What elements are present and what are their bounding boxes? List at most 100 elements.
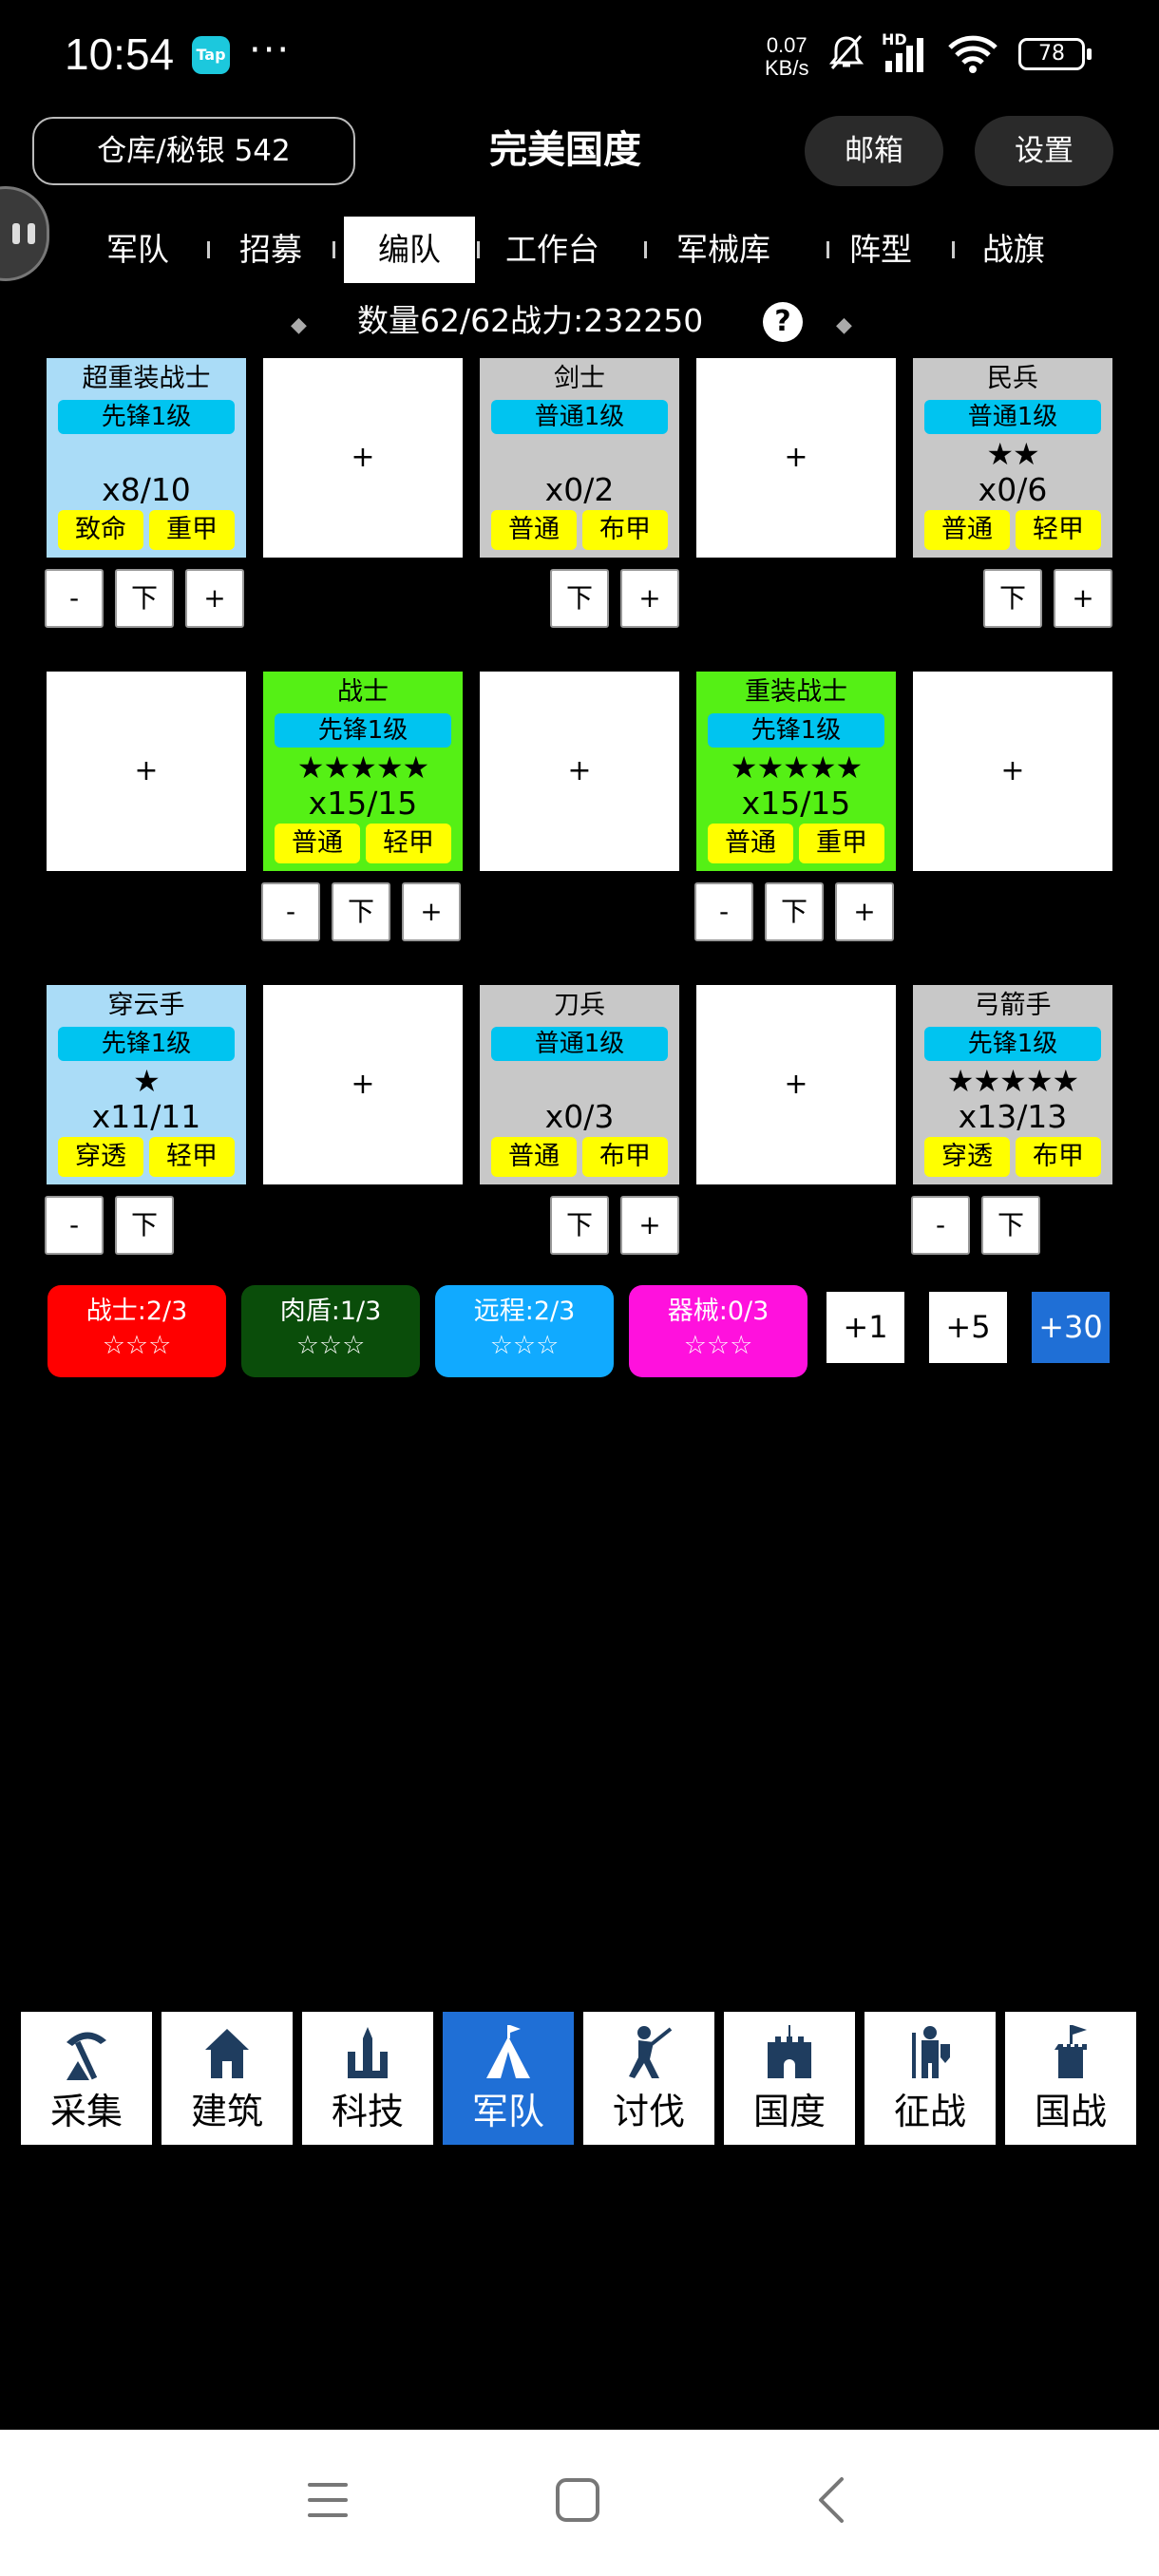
nav-tech[interactable]: 科技	[302, 2012, 433, 2145]
tab-formation[interactable]: 编队	[344, 217, 475, 283]
lower-button[interactable]: 下	[981, 1196, 1040, 1255]
lower-button[interactable]: 下	[765, 882, 824, 941]
unit-quantity: x0/3	[544, 1098, 615, 1135]
tab-workbench[interactable]: 工作台	[505, 217, 599, 283]
empty-slot[interactable]: +	[696, 985, 896, 1184]
tent-icon	[486, 2025, 530, 2078]
decrease-button[interactable]: -	[694, 882, 753, 941]
unit-tag: 轻甲	[149, 1137, 235, 1177]
increase-button[interactable]: +	[620, 1196, 679, 1255]
menu-icon[interactable]	[306, 2479, 350, 2521]
tab-divider	[952, 241, 955, 258]
increase-button[interactable]: +	[402, 882, 461, 941]
nav-national-war[interactable]: 国战	[1005, 2012, 1136, 2145]
lower-button[interactable]: 下	[115, 569, 174, 628]
tab-formation-type[interactable]: 阵型	[849, 217, 912, 283]
increase-button[interactable]: +	[185, 569, 244, 628]
diamond-icon: ◆	[836, 313, 852, 337]
empty-slot[interactable]: +	[913, 672, 1112, 871]
unit-card[interactable]: 剑士 普通1级 x0/2 普通 布甲	[480, 358, 679, 558]
home-icon[interactable]	[555, 2477, 600, 2523]
nav-gather[interactable]: 采集	[21, 2012, 152, 2145]
nav-realm[interactable]: 国度	[724, 2012, 855, 2145]
unit-quantity: x11/11	[91, 1098, 201, 1135]
page-title: 完美国度	[489, 128, 641, 172]
attack-icon	[629, 2026, 673, 2078]
nav-campaign[interactable]: 征战	[864, 2012, 996, 2145]
decrease-button[interactable]: -	[45, 569, 104, 628]
tab-recruit[interactable]: 招募	[239, 217, 302, 283]
nav-building[interactable]: 建筑	[162, 2012, 293, 2145]
unit-card[interactable]: 穿云手 先锋1级 ★ x11/11 穿透 轻甲	[47, 985, 246, 1184]
unit-quantity: x0/2	[544, 471, 615, 508]
unit-quantity: x13/13	[958, 1098, 1068, 1135]
class-badge-tank[interactable]: 肉盾:1/3 ☆☆☆	[241, 1285, 420, 1377]
empty-slot[interactable]: +	[696, 358, 896, 558]
mailbox-button[interactable]: 邮箱	[805, 116, 943, 186]
back-icon[interactable]	[813, 2475, 847, 2525]
warehouse-button[interactable]: 仓库/秘银 542	[32, 117, 355, 185]
network-speed-value: 0.07	[766, 33, 808, 57]
class-badge-siege[interactable]: 器械:0/3 ☆☆☆	[629, 1285, 808, 1377]
class-badge-warrior[interactable]: 战士:2/3 ☆☆☆	[48, 1285, 226, 1377]
increase-button[interactable]: +	[1054, 569, 1112, 628]
unit-stars: ★★	[986, 436, 1039, 472]
unit-card[interactable]: 刀兵 普通1级 x0/3 普通 布甲	[480, 985, 679, 1184]
nav-label: 国度	[752, 2091, 826, 2132]
empty-slot[interactable]: +	[47, 672, 246, 871]
decrease-button[interactable]: -	[911, 1196, 970, 1255]
unit-name: 重装战士	[745, 677, 847, 707]
unit-tag: 穿透	[58, 1137, 143, 1177]
unit-quantity: x15/15	[308, 785, 418, 822]
lower-button[interactable]: 下	[115, 1196, 174, 1255]
decrease-button[interactable]: -	[45, 1196, 104, 1255]
lower-button[interactable]: 下	[983, 569, 1042, 628]
mute-bell-icon	[828, 35, 864, 69]
unit-card[interactable]: 战士 先锋1级 ★★★★★ x15/15 普通 轻甲	[263, 672, 463, 871]
tab-army[interactable]: 军队	[106, 217, 169, 283]
tab-divider	[332, 241, 335, 258]
tab-war-flag[interactable]: 战旗	[982, 217, 1045, 283]
tab-armory[interactable]: 军械库	[676, 217, 770, 283]
unit-tag: 普通	[708, 824, 793, 863]
unit-tag: 普通	[924, 510, 1010, 550]
wifi-icon	[948, 35, 998, 73]
unit-rank: 普通1级	[491, 1027, 668, 1061]
empty-slot[interactable]: +	[480, 672, 679, 871]
increase-button[interactable]: +	[835, 882, 894, 941]
unit-card[interactable]: 民兵 普通1级 ★★ x0/6 普通 轻甲	[913, 358, 1112, 558]
more-notifications-icon: ···	[249, 28, 292, 72]
unit-stars: ★★★★★	[730, 749, 863, 786]
step-plus-5-button[interactable]: +5	[929, 1292, 1007, 1363]
step-plus-30-button[interactable]: +30	[1032, 1292, 1110, 1363]
unit-tag: 布甲	[582, 1137, 668, 1177]
unit-rank: 先锋1级	[58, 1027, 235, 1061]
unit-card[interactable]: 重装战士 先锋1级 ★★★★★ x15/15 普通 重甲	[696, 672, 896, 871]
nav-army[interactable]: 军队	[443, 2012, 574, 2145]
unit-name: 弓箭手	[974, 991, 1052, 1020]
nav-crusade[interactable]: 讨伐	[583, 2012, 714, 2145]
lower-button[interactable]: 下	[550, 569, 609, 628]
house-icon	[205, 2029, 249, 2078]
unit-card[interactable]: 弓箭手 先锋1级 ★★★★★ x13/13 穿透 布甲	[913, 985, 1112, 1184]
class-badge-ranged[interactable]: 远程:2/3 ☆☆☆	[435, 1285, 614, 1377]
step-plus-1-button[interactable]: +1	[826, 1292, 904, 1363]
lower-button[interactable]: 下	[332, 882, 390, 941]
army-summary: 数量62/62战力:232250	[357, 302, 704, 339]
nav-label: 军队	[471, 2091, 544, 2132]
empty-slot[interactable]: +	[263, 985, 463, 1184]
empty-slot[interactable]: +	[263, 358, 463, 558]
increase-button[interactable]: +	[620, 569, 679, 628]
floating-assistant-icon[interactable]	[0, 186, 49, 281]
cellular-signal-icon	[885, 38, 923, 72]
unit-rank: 先锋1级	[58, 400, 235, 434]
class-badge-stars: ☆☆☆	[683, 1331, 753, 1360]
decrease-button[interactable]: -	[261, 882, 320, 941]
unit-name: 刀兵	[554, 991, 605, 1020]
tab-divider	[207, 241, 210, 258]
unit-name: 穿云手	[107, 991, 185, 1020]
unit-card[interactable]: 超重装战士 先锋1级 x8/10 致命 重甲	[47, 358, 246, 558]
lower-button[interactable]: 下	[550, 1196, 609, 1255]
settings-button[interactable]: 设置	[975, 116, 1113, 186]
help-icon[interactable]: ?	[763, 302, 803, 342]
